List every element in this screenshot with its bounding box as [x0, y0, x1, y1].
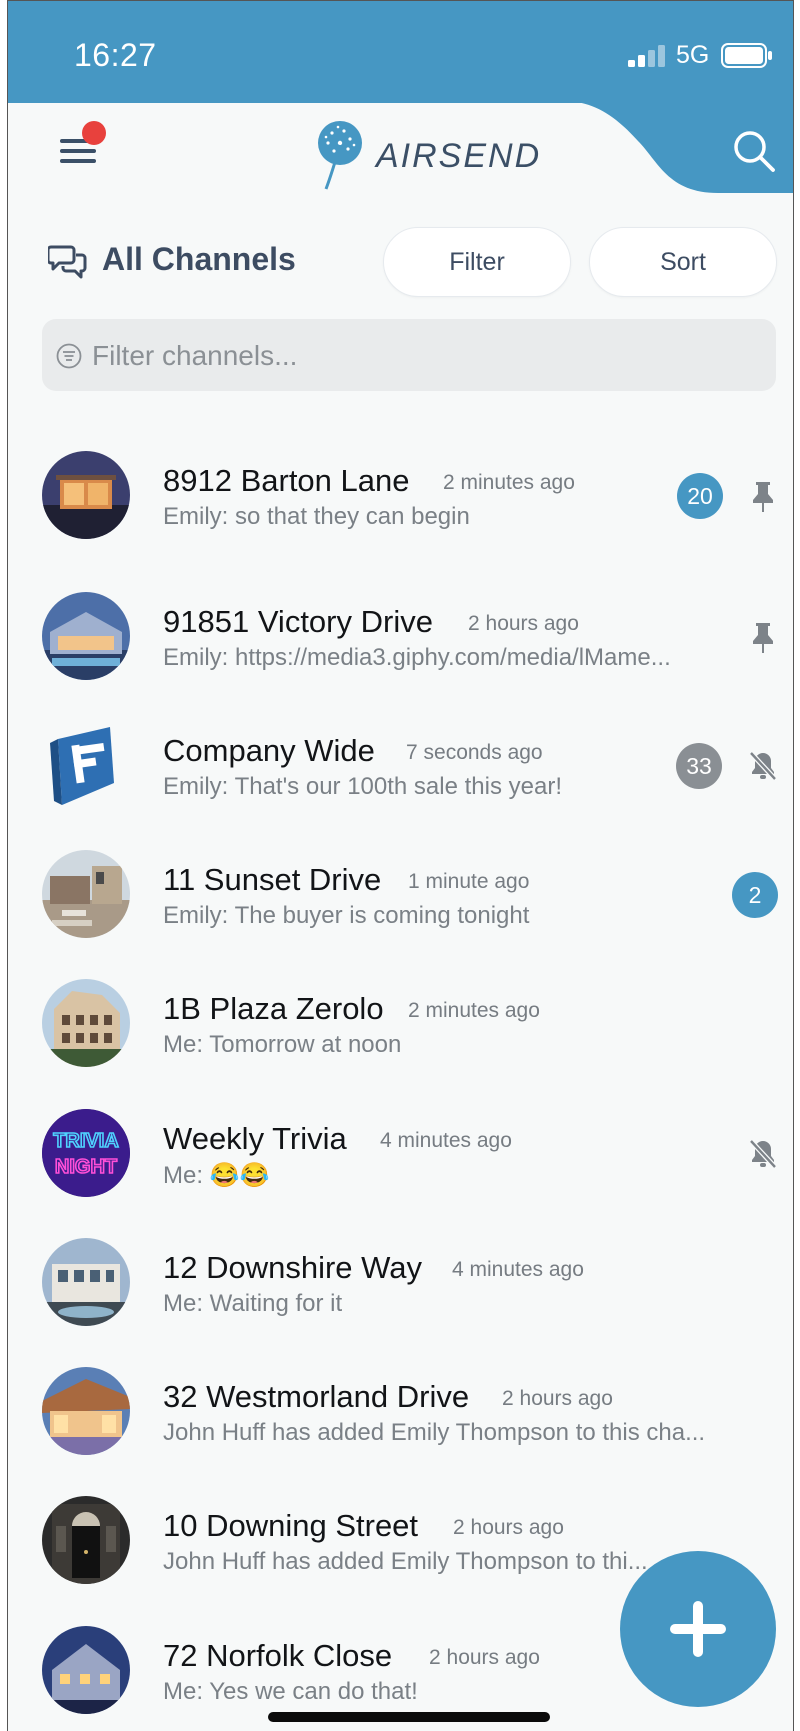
status-time: 16:27: [74, 37, 157, 73]
channel-last-message: Emily: The buyer is coming tonight: [163, 902, 530, 929]
channel-avatar: [42, 979, 130, 1067]
channel-name: 11 Sunset Drive: [163, 862, 382, 897]
channel-name: 1B Plaza Zerolo: [163, 991, 384, 1026]
channel-time: 4 minutes ago: [380, 1129, 512, 1152]
channel-time: 2 hours ago: [502, 1387, 613, 1410]
channel-last-message: Emily: That's our 100th sale this year!: [163, 773, 562, 800]
page-title: All Channels: [102, 241, 296, 277]
channel-last-message: John Huff has added Emily Thompson to th…: [163, 1419, 706, 1446]
channel-avatar: [42, 451, 130, 539]
channel-name: 91851 Victory Drive: [163, 604, 433, 639]
channel-time: 2 hours ago: [453, 1516, 564, 1539]
channel-row[interactable]: TRIVIA NIGHT Weekly Trivia 4 minutes ago …: [8, 1109, 793, 1219]
filter-channels-input[interactable]: [90, 319, 754, 393]
chat-bubbles-icon: [48, 245, 87, 279]
channel-time: 2 minutes ago: [408, 999, 540, 1022]
unread-badge: 20: [677, 473, 723, 519]
channel-row[interactable]: 1B Plaza Zerolo 2 minutes ago Me: Tomorr…: [8, 979, 793, 1089]
muted-icon: [749, 751, 777, 781]
pin-icon: [753, 482, 773, 512]
channel-last-message: Me: Tomorrow at noon: [163, 1031, 402, 1058]
sort-button[interactable]: Sort: [589, 227, 777, 297]
search-icon: [734, 131, 775, 172]
status-bar: 16:27 5G: [8, 1, 793, 103]
airsend-logo: AIRSEND: [314, 119, 539, 191]
channel-time: 4 minutes ago: [452, 1258, 584, 1281]
avatar-text-night: NIGHT: [55, 1156, 117, 1178]
cellular-signal-icon: [628, 45, 665, 67]
channel-name: 32 Westmorland Drive: [163, 1379, 470, 1414]
channel-name: Weekly Trivia: [163, 1121, 347, 1156]
channel-name: 10 Downing Street: [163, 1508, 419, 1543]
channel-last-message: Me: 😂😂: [163, 1162, 270, 1189]
channel-row[interactable]: 91851 Victory Drive 2 hours ago Emily: h…: [8, 592, 793, 702]
channel-name: 8912 Barton Lane: [163, 463, 410, 498]
unread-badge: 33: [676, 743, 722, 789]
muted-icon: [749, 1139, 777, 1169]
channel-time: 1 minute ago: [408, 870, 530, 893]
unread-badge: 2: [732, 872, 778, 918]
filter-list-icon: [56, 343, 82, 369]
channel-time: 2 hours ago: [429, 1646, 540, 1669]
channel-avatar: [42, 1496, 130, 1584]
filter-button[interactable]: Filter: [383, 227, 571, 297]
logo-text: AIRSEND: [376, 137, 542, 175]
channel-last-message: Me: Waiting for it: [163, 1290, 343, 1317]
battery-icon: [721, 43, 772, 68]
plus-icon: [670, 1601, 726, 1657]
home-indicator[interactable]: [268, 1712, 550, 1722]
channel-avatar: [42, 592, 130, 680]
channel-avatar: TRIVIA NIGHT: [42, 1109, 130, 1197]
channel-row[interactable]: 8912 Barton Lane 2 minutes ago Emily: so…: [8, 451, 793, 561]
channel-avatar: [42, 1626, 130, 1714]
filter-channels-bar: [42, 319, 776, 393]
channel-row[interactable]: Company Wide 7 seconds ago Emily: That's…: [8, 721, 793, 831]
notification-dot: [82, 121, 106, 145]
new-channel-button[interactable]: [620, 1551, 776, 1707]
channel-time: 2 hours ago: [468, 612, 579, 635]
pin-icon: [753, 623, 773, 653]
channel-last-message: Emily: https://media3.giphy.com/media/lM…: [163, 644, 671, 671]
search-button[interactable]: [730, 127, 778, 175]
channel-avatar: [42, 1238, 130, 1326]
channel-time: 2 minutes ago: [443, 471, 575, 494]
channel-name: 72 Norfolk Close: [163, 1638, 393, 1673]
channel-last-message: Me: Yes we can do that!: [163, 1678, 418, 1705]
channel-name: 12 Downshire Way: [163, 1250, 423, 1285]
app-screen: 16:27 5G AIRSEND All Channels Filter Sor…: [7, 0, 794, 1731]
channel-name: Company Wide: [163, 733, 375, 768]
channel-avatar: [42, 850, 130, 938]
channel-row[interactable]: 12 Downshire Way 4 minutes ago Me: Waiti…: [8, 1238, 793, 1348]
channel-row[interactable]: 32 Westmorland Drive 2 hours ago John Hu…: [8, 1367, 793, 1477]
channel-avatar: [42, 1367, 130, 1455]
network-type: 5G: [676, 41, 710, 69]
menu-button[interactable]: [52, 121, 110, 173]
dandelion-logo-icon: [318, 121, 362, 190]
avatar-text-trivia: TRIVIA: [53, 1130, 119, 1152]
channel-time: 7 seconds ago: [406, 741, 543, 764]
channel-last-message: Emily: so that they can begin: [163, 503, 470, 530]
company-logo-avatar: [42, 721, 130, 809]
channel-row[interactable]: 11 Sunset Drive 1 minute ago Emily: The …: [8, 850, 793, 960]
